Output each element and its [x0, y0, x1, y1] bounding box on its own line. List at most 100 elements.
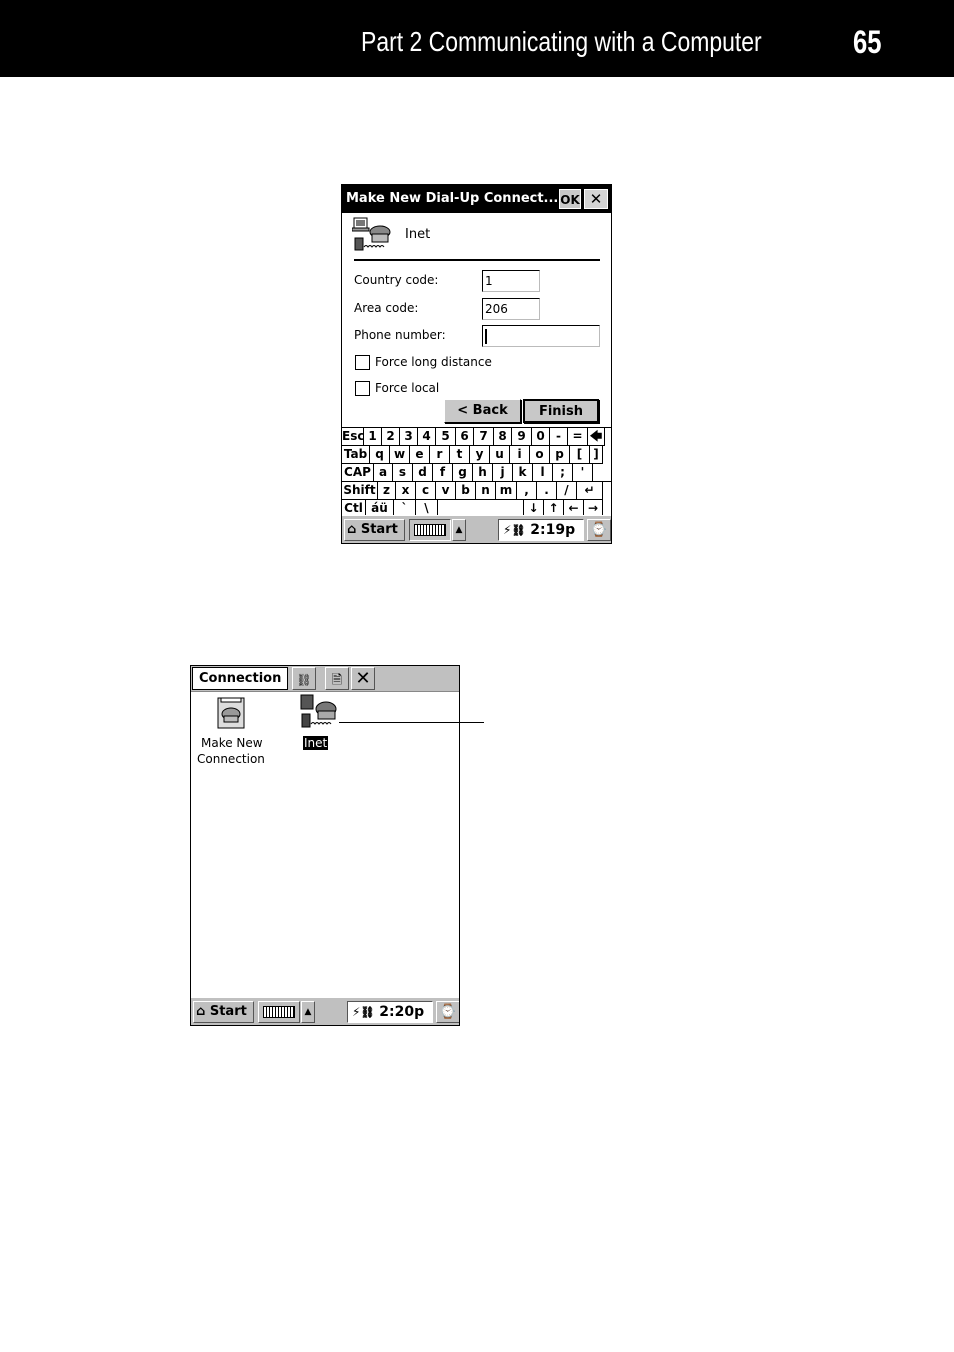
- start-button[interactable]: ⌂ Start: [193, 1001, 254, 1023]
- key[interactable]: Tab: [342, 446, 370, 464]
- key[interactable]: /: [557, 482, 577, 500]
- dialup-connection-icon: [352, 217, 391, 251]
- keyboard-toggle-button[interactable]: [409, 519, 451, 541]
- phone-number-input[interactable]: [482, 325, 600, 347]
- key[interactable]: w: [390, 446, 410, 464]
- keyboard-toggle-button[interactable]: [258, 1001, 300, 1023]
- key[interactable]: j: [493, 464, 513, 482]
- callout-line: [339, 722, 484, 723]
- key[interactable]: d: [413, 464, 433, 482]
- key[interactable]: i: [510, 446, 530, 464]
- key[interactable]: 8: [494, 428, 512, 446]
- input-menu-arrow[interactable]: ▲: [301, 1001, 315, 1023]
- dialog-title: Make New Dial-Up Connect...: [346, 191, 559, 206]
- key[interactable]: u: [490, 446, 510, 464]
- key[interactable]: b: [456, 482, 476, 500]
- connect-button[interactable]: ⛓: [292, 667, 316, 690]
- make-new-label-line1: Make New: [201, 736, 263, 750]
- start-button[interactable]: ⌂ Start: [344, 519, 405, 541]
- clock-time[interactable]: 2:19p: [530, 522, 575, 538]
- key[interactable]: 🡄: [588, 428, 605, 446]
- key[interactable]: Esc: [342, 428, 364, 446]
- network-icon: ⛓: [360, 1006, 375, 1019]
- key[interactable]: 1: [364, 428, 382, 446]
- key[interactable]: q: [370, 446, 390, 464]
- properties-button[interactable]: 🗎: [325, 667, 349, 690]
- start-icon: ⌂: [196, 1004, 206, 1019]
- key[interactable]: e: [410, 446, 430, 464]
- key[interactable]: 3: [400, 428, 418, 446]
- finish-button[interactable]: Finish: [523, 399, 599, 423]
- key[interactable]: c: [416, 482, 436, 500]
- key[interactable]: x: [396, 482, 416, 500]
- dialup-dialog-screenshot: Make New Dial-Up Connect... OK ✕ Inet Co…: [341, 184, 612, 544]
- key[interactable]: 5: [436, 428, 456, 446]
- key[interactable]: ,: [517, 482, 537, 500]
- key[interactable]: m: [496, 482, 517, 500]
- force-long-distance-checkbox[interactable]: [355, 355, 370, 370]
- key[interactable]: z: [378, 482, 396, 500]
- key[interactable]: s: [393, 464, 413, 482]
- connection-menu[interactable]: Connection: [192, 667, 289, 690]
- key[interactable]: ': [573, 464, 593, 482]
- key[interactable]: =: [568, 428, 588, 446]
- taskbar: ⌂ Start ▲ ⚡⛓ 2:20p ⌚: [191, 997, 459, 1025]
- back-button[interactable]: < Back: [444, 399, 521, 423]
- key[interactable]: n: [476, 482, 496, 500]
- key[interactable]: Shift: [342, 482, 378, 500]
- key[interactable]: [: [570, 446, 590, 464]
- key[interactable]: o: [530, 446, 550, 464]
- desktop-button[interactable]: ⌚: [587, 519, 611, 541]
- keyboard-icon: [414, 523, 446, 536]
- soft-keyboard: Esc 1 2 3 4 5 6 7 8 9 0- = 🡄 Tab q w e r t y u i o p[] CAP a s d f…: [342, 427, 611, 518]
- key[interactable]: [593, 464, 611, 482]
- desktop-button[interactable]: ⌚: [436, 1001, 459, 1023]
- taskbar: ⌂ Start ▲ ⚡⛓ 2:19p ⌚: [342, 515, 611, 543]
- command-bar: Connection ⛓ 🗎 ✕: [191, 666, 459, 692]
- connection-name: Inet: [405, 227, 431, 242]
- key[interactable]: k: [513, 464, 533, 482]
- triangle-up-icon: ▲: [304, 1007, 312, 1017]
- key[interactable]: 9: [512, 428, 532, 446]
- key[interactable]: r: [430, 446, 450, 464]
- key[interactable]: l: [533, 464, 553, 482]
- key[interactable]: ]: [590, 446, 603, 464]
- desktop-icon: ⌚: [439, 1004, 457, 1020]
- key[interactable]: 2: [382, 428, 400, 446]
- key[interactable]: t: [450, 446, 470, 464]
- input-menu-arrow[interactable]: ▲: [452, 519, 466, 541]
- key[interactable]: a: [374, 464, 393, 482]
- close-button[interactable]: ✕: [584, 189, 608, 209]
- header-divider: [354, 259, 600, 261]
- connection-folder-screenshot: Connection ⛓ 🗎 ✕ Make New Connection Ine…: [190, 665, 460, 1026]
- key[interactable]: y: [470, 446, 490, 464]
- ok-button[interactable]: OK: [559, 189, 581, 209]
- clock-time[interactable]: 2:20p: [379, 1004, 424, 1020]
- country-code-input[interactable]: 1: [482, 270, 540, 292]
- key[interactable]: 0: [532, 428, 550, 446]
- key[interactable]: .: [537, 482, 557, 500]
- phone-number-label: Phone number:: [354, 328, 446, 342]
- key[interactable]: f: [433, 464, 453, 482]
- area-code-input[interactable]: 206: [482, 298, 540, 320]
- key[interactable]: 7: [474, 428, 494, 446]
- key[interactable]: -: [550, 428, 568, 446]
- key[interactable]: h: [473, 464, 493, 482]
- key[interactable]: ;: [553, 464, 573, 482]
- force-local-label: Force local: [375, 381, 440, 395]
- key[interactable]: ↵: [577, 482, 603, 500]
- key[interactable]: 4: [418, 428, 436, 446]
- key[interactable]: 6: [456, 428, 474, 446]
- key[interactable]: v: [436, 482, 456, 500]
- force-local-checkbox[interactable]: [355, 381, 370, 396]
- make-new-label-line2: Connection: [197, 752, 265, 766]
- inet-connection-icon: [300, 694, 337, 728]
- key[interactable]: g: [453, 464, 473, 482]
- key[interactable]: p: [550, 446, 570, 464]
- key[interactable]: CAP: [342, 464, 374, 482]
- close-icon: ✕: [355, 668, 371, 689]
- network-icon: ⛓: [511, 524, 526, 537]
- delete-button[interactable]: ✕: [351, 667, 375, 690]
- text-cursor: [485, 329, 487, 344]
- network-icon: ⛓: [296, 673, 312, 687]
